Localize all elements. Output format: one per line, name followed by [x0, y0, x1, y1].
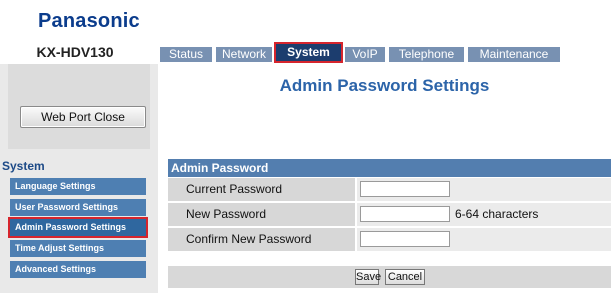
form-row-confirm-new-password: Confirm New Password [168, 228, 611, 253]
form-row-new-password: New Password 6-64 characters [168, 203, 611, 228]
new-password-label: New Password [168, 203, 355, 226]
tab-voip[interactable]: VoIP [345, 47, 385, 62]
tab-network[interactable]: Network [216, 47, 272, 62]
tab-system[interactable]: System [274, 42, 343, 63]
form-footer: Save Cancel [168, 266, 611, 288]
tab-maintenance[interactable]: Maintenance [468, 47, 560, 62]
top-tab-bar: Status Network System VoIP Telephone Mai… [160, 42, 611, 63]
save-button[interactable]: Save [355, 269, 381, 285]
tab-status[interactable]: Status [160, 47, 212, 62]
confirm-new-password-cell [357, 228, 611, 251]
sidebar-item-user-password-settings[interactable]: User Password Settings [10, 199, 146, 216]
new-password-input[interactable] [360, 206, 450, 222]
section-header-admin-password: Admin Password [168, 159, 611, 177]
confirm-new-password-input[interactable] [360, 231, 450, 247]
sidebar-item-language-settings[interactable]: Language Settings [10, 178, 146, 195]
panasonic-logo: Panasonic [38, 10, 140, 32]
sidebar-item-time-adjust-settings[interactable]: Time Adjust Settings [10, 240, 146, 257]
cancel-button[interactable]: Cancel [385, 269, 425, 285]
sidebar-item-advanced-settings[interactable]: Advanced Settings [10, 261, 146, 278]
confirm-new-password-label: Confirm New Password [168, 228, 355, 251]
sidebar-top-panel: Web Port Close [8, 64, 150, 149]
new-password-cell: 6-64 characters [357, 203, 611, 226]
current-password-input[interactable] [360, 181, 450, 197]
model-name: KX-HDV130 [36, 44, 114, 60]
tab-telephone[interactable]: Telephone [389, 47, 464, 62]
current-password-label: Current Password [168, 178, 355, 201]
sidebar-item-admin-password-settings[interactable]: Admin Password Settings [8, 217, 148, 238]
main-content: Admin Password Settings Admin Password C… [158, 64, 611, 293]
new-password-hint: 6-64 characters [455, 207, 539, 221]
sidebar: Web Port Close System Language Settings … [0, 64, 158, 293]
form-row-current-password: Current Password [168, 178, 611, 203]
current-password-cell [357, 178, 611, 201]
page-title: Admin Password Settings [279, 76, 490, 95]
web-port-close-button[interactable]: Web Port Close [20, 106, 146, 128]
sidebar-section-title: System [2, 159, 45, 173]
